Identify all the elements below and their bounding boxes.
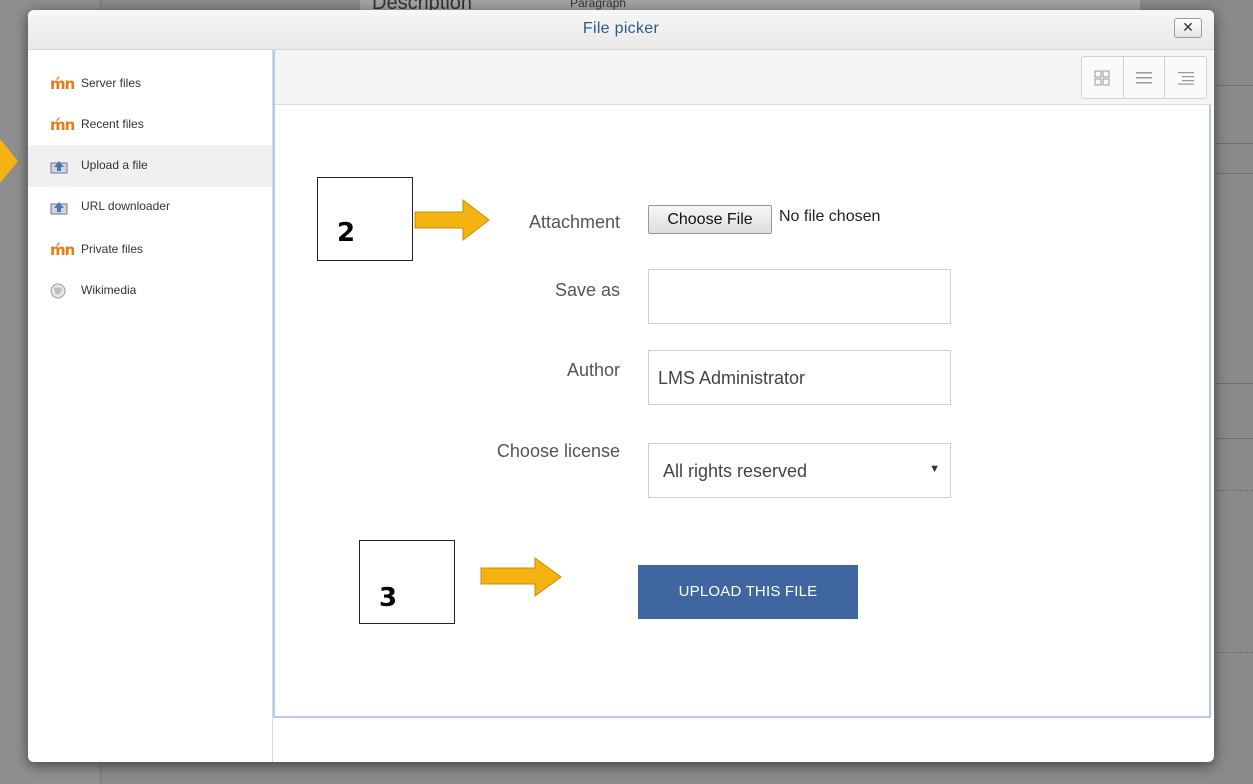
step3-number: 3 <box>379 583 398 613</box>
repository-sidebar: ḿn Server files ḿn Recent files Upload a… <box>28 50 273 762</box>
step3-annotation-box: 3 <box>359 540 455 624</box>
sidebar-item-wikimedia[interactable]: Wikimedia <box>28 270 272 312</box>
save-as-input[interactable] <box>648 269 951 324</box>
moodle-icon: ḿn <box>50 116 75 134</box>
tree-view-button[interactable] <box>1165 57 1206 98</box>
sidebar-item-label: Recent files <box>81 117 144 131</box>
sidebar-item-label: URL downloader <box>81 199 170 213</box>
author-input[interactable]: LMS Administrator <box>648 350 951 405</box>
editor-divider <box>1216 173 1253 174</box>
close-button[interactable]: ✕ <box>1174 18 1202 38</box>
choose-file-button[interactable]: Choose File <box>648 205 772 234</box>
moodle-icon: ḿn <box>50 241 75 259</box>
file-picker-dialog: File picker ✕ ḿn Server files ḿn Recent … <box>28 10 1214 762</box>
author-label: Author <box>566 360 620 380</box>
upload-this-file-button[interactable]: UPLOAD THIS FILE <box>638 565 858 619</box>
file-picker-content: Attachment Choose File No file chosen Sa… <box>273 50 1214 762</box>
editor-toolbar-background <box>360 0 1140 10</box>
sidebar-item-server-files[interactable]: ḿn Server files <box>28 63 272 105</box>
dialog-header: File picker ✕ <box>28 10 1214 50</box>
tree-icon <box>1177 71 1194 85</box>
sidebar-item-private-files[interactable]: ḿn Private files <box>28 229 272 271</box>
grid-icon <box>1094 70 1110 85</box>
moodle-icon: ḿn <box>50 75 75 93</box>
sidebar-item-label: Private files <box>81 242 144 256</box>
license-selected-value: All rights reserved <box>663 461 808 481</box>
chevron-down-icon: ▼ <box>929 463 940 475</box>
url-download-icon <box>50 199 68 215</box>
step3-arrow-icon <box>480 557 562 597</box>
step1-arrow-icon <box>0 139 18 183</box>
upload-icon <box>50 158 68 174</box>
step2-number: 2 <box>337 218 356 248</box>
file-picker-toolbar <box>275 50 1213 105</box>
wikimedia-icon <box>50 283 68 299</box>
save-as-label: Save as <box>554 280 620 300</box>
sidebar-item-recent-files[interactable]: ḿn Recent files <box>28 104 272 146</box>
editor-divider <box>1216 143 1253 144</box>
sidebar-item-label: Wikimedia <box>81 283 137 297</box>
dialog-title: File picker <box>582 20 660 37</box>
list-icon <box>1136 71 1152 83</box>
icons-view-button[interactable] <box>1082 57 1124 98</box>
sidebar-item-upload-a-file[interactable]: Upload a file <box>28 145 272 187</box>
step2-annotation-box: 2 <box>317 177 413 261</box>
sidebar-item-label: Upload a file <box>81 158 148 172</box>
license-select[interactable]: All rights reserved ▼ <box>648 443 951 498</box>
list-view-button[interactable] <box>1124 57 1166 98</box>
sidebar-item-url-downloader[interactable]: URL downloader <box>28 186 272 228</box>
no-file-chosen-text: No file chosen <box>779 208 881 225</box>
editor-dashed-divider <box>1216 490 1253 491</box>
editor-dashed-divider <box>1216 652 1253 653</box>
license-label: Choose license <box>496 441 620 461</box>
paragraph-format-label: Paragraph <box>570 0 627 10</box>
editor-divider <box>1216 438 1253 439</box>
editor-divider <box>1216 383 1253 384</box>
sidebar-item-label: Server files <box>81 76 142 90</box>
view-mode-group <box>1081 56 1207 99</box>
step2-arrow-icon <box>414 198 490 242</box>
editor-divider <box>1216 85 1253 86</box>
